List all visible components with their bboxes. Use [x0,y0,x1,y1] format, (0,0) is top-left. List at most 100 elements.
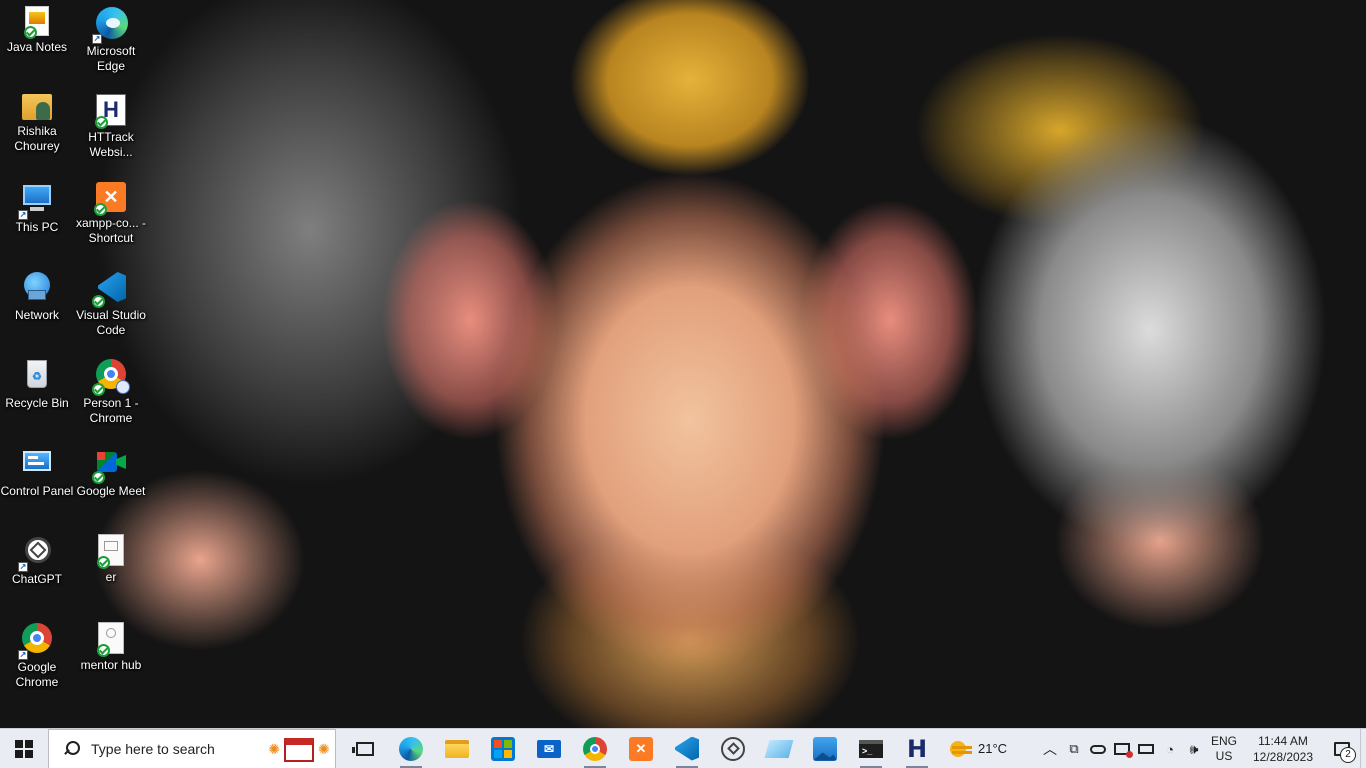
security-alert-icon [1114,743,1133,758]
taskbar-vscode[interactable] [664,729,710,768]
taskbar-edge[interactable] [388,729,434,768]
desktop-icon-this-pc[interactable]: ↗ This PC [0,176,74,262]
desktop-icon-java-notes[interactable]: Java Notes [0,0,74,86]
notification-count-badge: 2 [1340,747,1356,763]
desktop-icon-chatgpt[interactable]: ↗ ChatGPT [0,528,74,614]
icon-label: Rishika Chourey [14,124,60,153]
search-input[interactable]: Type here to search [91,741,215,757]
desktop-icon-google-chrome[interactable]: ↗ Google Chrome [0,616,74,702]
tray-meet-now[interactable]: ⧉ [1062,729,1086,768]
language-code: ENG [1210,734,1237,748]
tray-battery[interactable] [1134,729,1158,768]
icon-label: Control Panel [0,484,74,498]
chrome-icon: ↗ [18,622,54,660]
document-icon [24,6,49,39]
taskbar-task-view[interactable] [342,729,388,768]
chatgpt-icon: ↗ [18,534,54,572]
show-hidden-icons-button[interactable]: ︿ [1038,729,1062,768]
taskbar-httrack[interactable]: H [894,729,940,768]
tray-volume[interactable]: 🕪 [1182,729,1206,768]
store-icon [491,736,515,761]
vscode-icon [675,736,699,761]
weather-haze-icon [950,740,972,757]
desktop-icon-google-meet[interactable]: Google Meet [74,440,148,526]
clock[interactable]: 11:44 AM 12/28/2023 [1242,729,1324,768]
taskbar: Type here to search ✺ ✺ ✉ ✕ >_ H 21°C ︿ … [0,728,1366,768]
mail-icon: ✉ [537,739,561,758]
tray-security[interactable] [1110,729,1134,768]
taskbar-apps: ✉ ✕ >_ H [342,729,940,768]
wifi-icon: ◔ [1166,741,1174,757]
chrome-profile-icon [92,358,130,396]
icon-label: Google Meet [76,484,146,498]
tray-onedrive[interactable] [1086,729,1110,768]
desktop-icon-vscode[interactable]: Visual Studio Code [74,264,148,350]
meet-now-icon: ⧉ [1069,741,1079,756]
icon-label: Java Notes [6,40,68,54]
weather-temperature: 21°C [978,741,1008,756]
icon-label: Microsoft Edge [86,44,136,73]
chrome-icon [583,736,607,761]
input-language[interactable]: ENG US [1206,729,1242,768]
network-icon [20,270,54,304]
desktop-icon-network[interactable]: Network [0,264,74,350]
language-region: US [1215,749,1233,763]
recycle-bin-icon: ♻ [20,358,54,392]
google-meet-icon [92,446,128,484]
taskbar-chatgpt[interactable] [710,729,756,768]
volume-icon: 🕪 [1189,740,1199,757]
icon-label: Person 1 - Chrome [83,396,139,425]
clock-time: 11:44 AM [1258,734,1308,748]
desktop-icon-er[interactable]: er [74,528,148,614]
tray-wifi[interactable]: ◔ [1158,729,1182,768]
taskbar-file-explorer[interactable] [434,729,480,768]
desktop-icon-person1-chrome[interactable]: Person 1 - Chrome [74,352,148,438]
terminal-icon: >_ [859,739,883,758]
task-view-icon [352,737,377,761]
httrack-icon: H [906,734,928,763]
search-box[interactable]: Type here to search ✺ ✺ [48,728,336,768]
taskbar-mail[interactable]: ✉ [526,729,572,768]
icon-label: xampp-co... - Shortcut [75,216,147,245]
search-icon [63,740,80,757]
folder-icon [445,739,469,758]
desktop-icon-mentor-hub[interactable]: mentor hub [74,616,148,702]
taskbar-terminal[interactable]: >_ [848,729,894,768]
control-panel-icon [20,446,54,480]
icon-label: Google Chrome [15,660,59,689]
desktop-icon-xampp[interactable]: ✕ xampp-co... - Shortcut [74,176,148,262]
desktop-icon-control-panel[interactable]: Control Panel [0,440,74,526]
taskbar-microsoft-store[interactable] [480,729,526,768]
icon-label: er [105,570,117,584]
desktop-icon-httrack[interactable]: H HTTrack Websi... [74,88,148,174]
desktop-icon-recycle-bin[interactable]: ♻ Recycle Bin [0,352,74,438]
weather-widget[interactable]: 21°C [950,729,1007,768]
httrack-icon: H [95,94,126,129]
edge-icon [399,736,423,761]
desktop-icon-microsoft-edge[interactable]: ↗ Microsoft Edge [74,0,148,86]
windows-logo-icon [15,739,33,758]
show-desktop-button[interactable] [1360,729,1366,768]
icon-label: Recycle Bin [5,396,69,410]
computer-icon: ↗ [18,182,54,220]
vscode-icon [92,270,128,308]
start-button[interactable] [0,729,48,768]
taskbar-photos[interactable] [802,729,848,768]
taskbar-notepad[interactable] [756,729,802,768]
clock-date: 12/28/2023 [1252,750,1314,764]
system-tray: ︿ ⧉ ◔ 🕪 ENG US 11:44 AM 12/28/2023 2 [1038,729,1366,768]
battery-icon [1138,744,1154,754]
desktop: Java Notes Rishika Chourey ↗ This PC Net… [0,0,160,728]
onedrive-icon [1090,744,1106,754]
taskbar-chrome[interactable] [572,729,618,768]
icon-label: ChatGPT [11,572,62,586]
icon-label: mentor hub [80,658,142,672]
icon-label: Visual Studio Code [76,308,146,337]
xampp-icon: ✕ [629,736,653,761]
taskbar-xampp[interactable]: ✕ [618,729,664,768]
desktop-icon-rishika-chourey[interactable]: Rishika Chourey [0,88,74,174]
notification-center-button[interactable]: 2 [1324,729,1360,768]
image-file-icon [97,622,124,657]
icon-label: HTTrack Websi... [88,130,134,159]
image-file-icon [97,534,124,569]
